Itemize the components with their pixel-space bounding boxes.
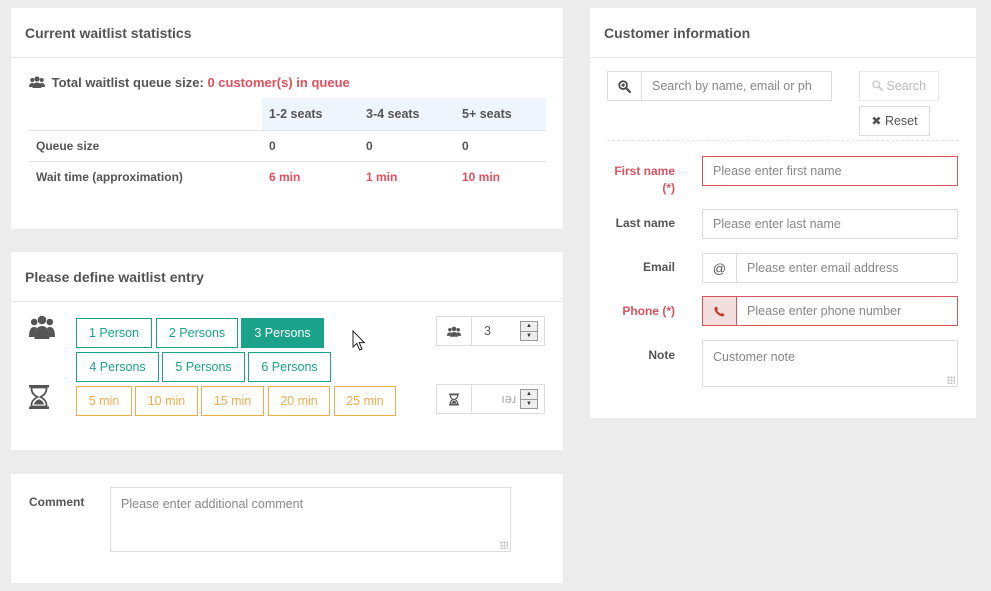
- resize-grip-icon[interactable]: [500, 541, 508, 549]
- stepper-down-icon[interactable]: ▼: [521, 331, 537, 341]
- stats-header-row: 1-2 seats 3-4 seats 5+ seats: [29, 98, 546, 130]
- note-placeholder: Customer note: [713, 350, 795, 364]
- stats-header-cell: 5+ seats: [455, 98, 546, 130]
- table-cell: 0: [455, 129, 546, 161]
- persons-stepper-arrows[interactable]: ▲ ▼: [520, 321, 538, 341]
- persons-2-button[interactable]: 2 Persons: [156, 318, 238, 348]
- hourglass-icon: [29, 385, 49, 409]
- phone-icon: [703, 297, 737, 325]
- queue-size-value: 0 customer(s) in queue: [207, 75, 350, 90]
- phone-field-group[interactable]: Please enter phone number: [702, 296, 958, 326]
- time-25-button[interactable]: 25 min: [334, 386, 396, 416]
- email-field[interactable]: Please enter email address: [737, 254, 957, 282]
- group-icon: [437, 317, 472, 345]
- comment-textarea[interactable]: Please enter additional comment: [110, 487, 511, 552]
- persons-stepper-value[interactable]: 3: [472, 317, 520, 345]
- waitlist-entry-panel: Please define waitlist entry 1 Person 2 …: [11, 252, 563, 450]
- search-button-label: Search: [886, 79, 927, 93]
- search-plus-icon: [608, 72, 642, 100]
- email-label: Email: [642, 260, 675, 274]
- time-20-button[interactable]: 20 min: [268, 386, 330, 416]
- customer-search-group[interactable]: Search by name, email or ph: [607, 71, 832, 101]
- table-cell: 1 min: [359, 160, 455, 192]
- stats-title: Current waitlist statistics: [11, 8, 563, 58]
- comment-label: Comment: [29, 495, 85, 509]
- stepper-up-icon[interactable]: ▲: [521, 390, 537, 399]
- comment-placeholder: Please enter additional comment: [121, 497, 304, 511]
- row-label: Wait time (approximation): [29, 160, 262, 192]
- stepper-down-icon[interactable]: ▼: [521, 399, 537, 409]
- row-label: Queue size: [29, 129, 262, 161]
- customer-search-input[interactable]: Search by name, email or ph: [642, 72, 831, 100]
- reset-button-label: Reset: [884, 114, 918, 128]
- time-stepper-value[interactable]: ıəɹ: [472, 385, 520, 413]
- close-icon: ✖: [871, 114, 882, 128]
- stats-header-cell: 3-4 seats: [359, 98, 455, 130]
- stats-table: 1-2 seats 3-4 seats 5+ seats Queue size …: [29, 98, 546, 192]
- time-5-button[interactable]: 5 min: [76, 386, 132, 416]
- note-label: Note: [648, 348, 675, 362]
- waitlist-stats-panel: Current waitlist statistics Total waitli…: [11, 8, 563, 229]
- table-cell: 0: [262, 129, 359, 161]
- first-name-required-mark: (*): [662, 181, 675, 195]
- first-name-label-text: First name: [614, 164, 675, 178]
- last-name-label: Last name: [615, 216, 675, 230]
- persons-1-button[interactable]: 1 Person: [76, 318, 152, 348]
- first-name-field[interactable]: Please enter first name: [702, 156, 958, 186]
- customer-info-panel: Customer information Search by name, ema…: [590, 8, 976, 418]
- at-sign-icon: @: [703, 254, 737, 282]
- phone-field[interactable]: Please enter phone number: [737, 297, 957, 325]
- persons-3-button[interactable]: 3 Persons: [241, 318, 324, 348]
- hourglass-icon: [437, 385, 472, 413]
- time-stepper[interactable]: ıəɹ ▲ ▼: [436, 384, 545, 414]
- stats-header-cell: 1-2 seats: [262, 98, 359, 130]
- customer-title: Customer information: [590, 8, 976, 58]
- table-row: Wait time (approximation) 6 min 1 min 10…: [29, 160, 546, 192]
- persons-4-button[interactable]: 4 Persons: [76, 352, 159, 382]
- group-icon: [29, 76, 45, 88]
- resize-grip-icon[interactable]: [947, 376, 955, 384]
- phone-label: Phone (*): [622, 304, 675, 318]
- queue-size-summary: Total waitlist queue size: 0 customer(s)…: [29, 75, 350, 90]
- search-button[interactable]: Search: [859, 71, 939, 101]
- time-10-button[interactable]: 10 min: [135, 386, 198, 416]
- time-15-button[interactable]: 15 min: [201, 386, 264, 416]
- reset-button[interactable]: ✖ Reset: [859, 106, 930, 136]
- table-cell: 0: [359, 129, 455, 161]
- table-row: Queue size 0 0 0: [29, 129, 546, 161]
- group-icon: [29, 315, 55, 339]
- persons-5-button[interactable]: 5 Persons: [162, 352, 245, 382]
- persons-stepper[interactable]: 3 ▲ ▼: [436, 316, 545, 346]
- persons-6-button[interactable]: 6 Persons: [248, 352, 331, 382]
- email-field-group[interactable]: @ Please enter email address: [702, 253, 958, 283]
- entry-title: Please define waitlist entry: [11, 252, 563, 302]
- first-name-label: First name (*): [607, 163, 675, 197]
- last-name-field[interactable]: Please enter last name: [702, 209, 958, 239]
- queue-size-label: Total waitlist queue size:: [51, 75, 204, 90]
- mouse-cursor-icon: [352, 330, 366, 351]
- stepper-up-icon[interactable]: ▲: [521, 322, 537, 331]
- table-cell: 6 min: [262, 160, 359, 192]
- note-textarea[interactable]: Customer note: [702, 340, 958, 387]
- divider: [607, 140, 959, 141]
- search-icon: [872, 80, 883, 92]
- comment-panel: Comment Please enter additional comment: [11, 474, 563, 583]
- table-cell: 10 min: [455, 160, 546, 192]
- stats-header-blank: [29, 98, 262, 130]
- time-stepper-arrows[interactable]: ▲ ▼: [520, 389, 538, 409]
